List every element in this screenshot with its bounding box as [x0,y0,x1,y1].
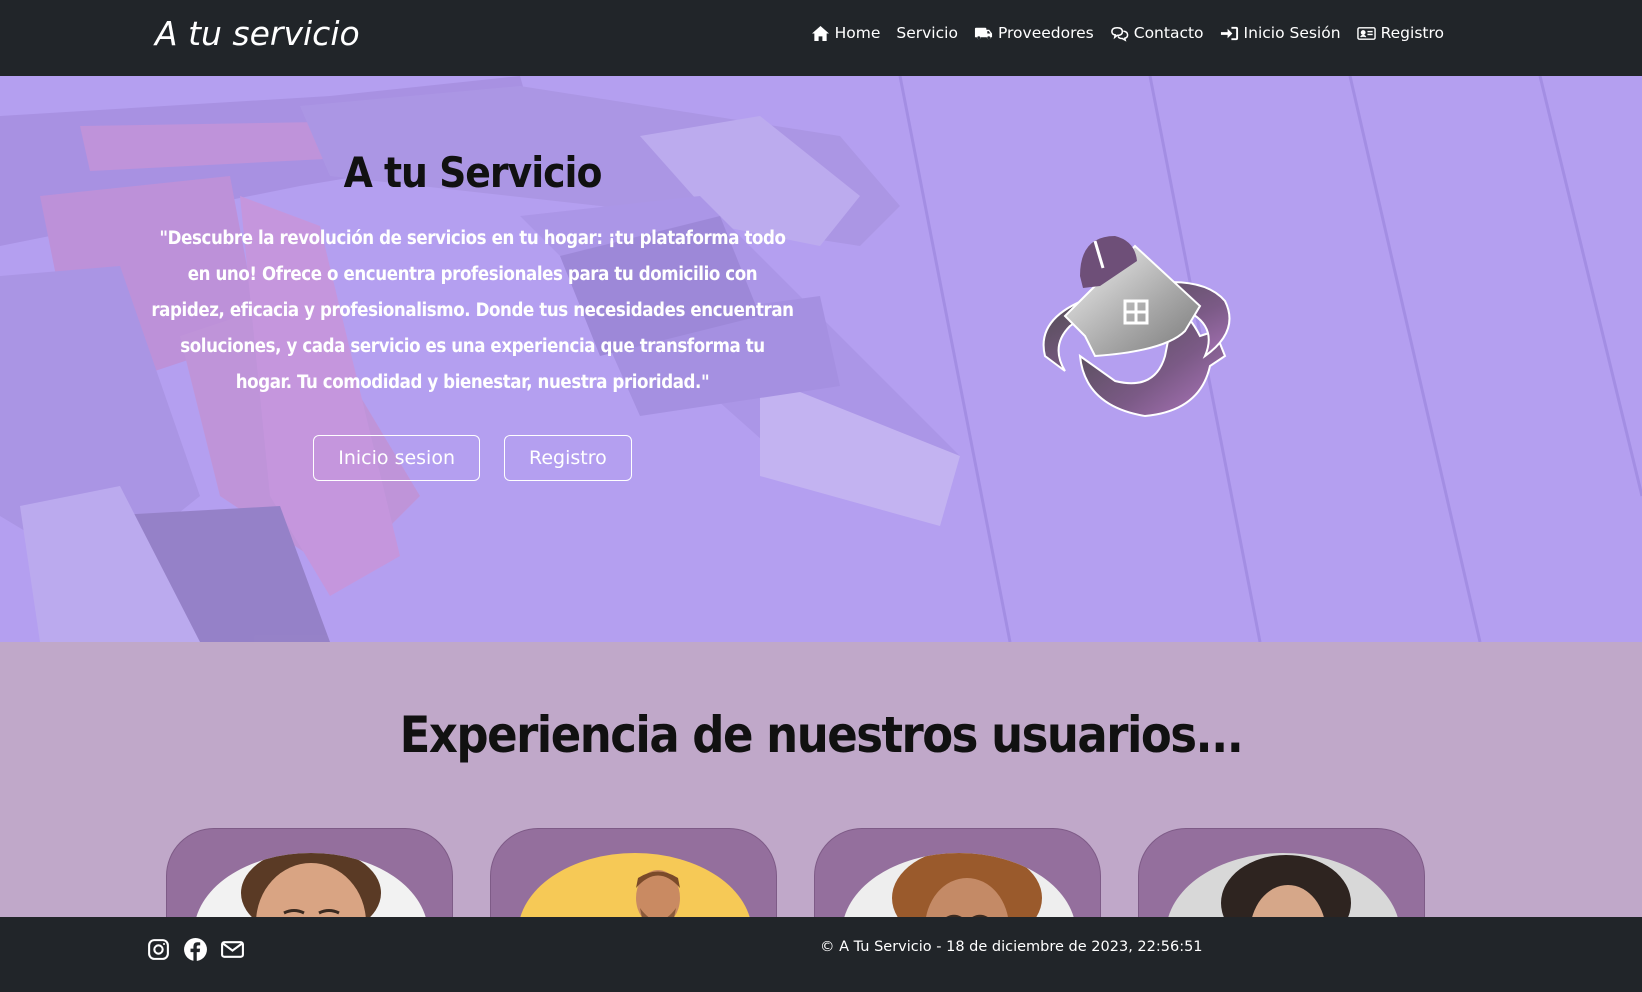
home-icon [811,25,829,41]
nav-item-servicio[interactable]: Servicio [896,24,958,42]
hero-title: A tu Servicio [343,148,603,197]
nav-item-label: Inicio Sesión [1243,24,1341,42]
user-photo [1166,853,1400,917]
footer: © A Tu Servicio - 18 de diciembre de 202… [0,917,1642,992]
nav-item-login[interactable]: Inicio Sesión [1220,24,1341,42]
facebook-icon[interactable] [183,937,208,962]
testimonials-title: Experiencia de nuestros usuarios... [399,706,1244,764]
nav-item-registro[interactable]: Registro [1356,24,1444,42]
brand-link[interactable]: A tu servicio [155,14,360,53]
id-card-icon [1356,26,1376,40]
testimonial-card [166,828,453,917]
login-button[interactable]: Inicio sesion [313,435,480,481]
testimonial-card [490,828,777,917]
nav-item-label: Servicio [896,24,958,42]
user-photo [194,853,428,917]
truck-icon [974,27,992,39]
instagram-icon[interactable] [146,937,171,962]
navbar: A tu servicio Home Servicio Proveedores … [0,0,1642,76]
nav-item-label: Proveedores [997,24,1094,42]
nav-item-label: Registro [1380,24,1444,42]
nav-item-label: Home [834,24,881,42]
hero-content: A tu Servicio "Descubre la revolución de… [150,148,795,481]
nav-item-home[interactable]: Home [811,24,881,42]
copyright-text: © A Tu Servicio - 18 de diciembre de 202… [820,939,1203,955]
chat-icon [1110,26,1129,42]
nav-item-proveedores[interactable]: Proveedores [974,24,1094,42]
login-icon [1220,26,1238,40]
testimonial-card [814,828,1101,917]
nav-item-label: Contacto [1133,24,1204,42]
hero-section: A tu Servicio "Descubre la revolución de… [0,76,1642,642]
user-photo [842,853,1076,917]
user-photo [518,853,752,917]
company-logo [1042,236,1231,418]
social-links [146,937,245,962]
hero-buttons: Inicio sesion Registro [150,435,795,481]
hero-quote: "Descubre la revolución de servicios en … [151,228,794,393]
nav-item-contacto[interactable]: Contacto [1110,24,1204,42]
register-button[interactable]: Registro [504,435,632,481]
testimonial-card [1138,828,1425,917]
testimonials-section: Experiencia de nuestros usuarios... [0,642,1642,917]
nav-menu: Home Servicio Proveedores Contacto Inici… [811,24,1444,42]
envelope-icon[interactable] [220,937,245,962]
